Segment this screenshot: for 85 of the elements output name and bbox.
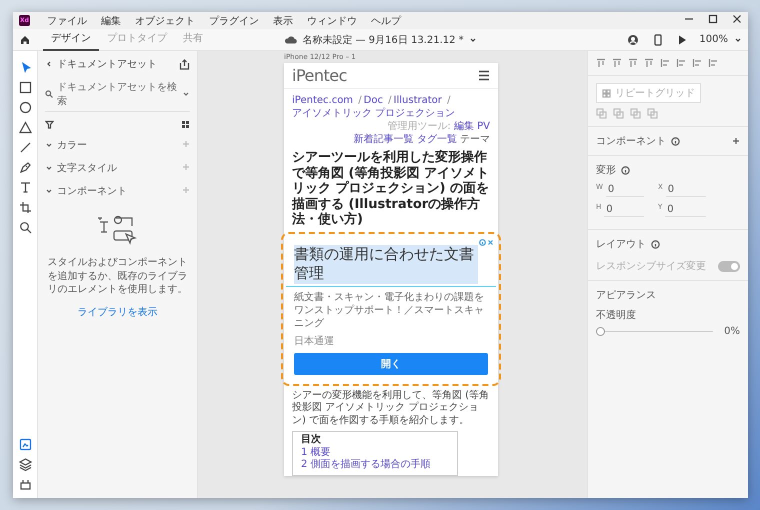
menu-item[interactable]: ウィンドウ: [300, 14, 364, 28]
section-title: アピアランス: [596, 290, 656, 301]
admin-label: 管理用ツール:: [387, 121, 451, 132]
triangle-icon[interactable]: [18, 120, 32, 134]
cloud-icon: [284, 35, 298, 44]
menu-item[interactable]: ファイル: [40, 14, 94, 28]
menu-item[interactable]: 表示: [266, 14, 300, 28]
dropdown-icon: [182, 90, 190, 98]
ad-headline: 書類の運用に合わせた文書管理: [294, 244, 478, 284]
info-icon[interactable]: [621, 166, 630, 174]
field-label: 不透明度: [596, 308, 637, 322]
maximize-icon[interactable]: [708, 14, 718, 24]
filter-icon[interactable]: [45, 120, 54, 129]
slider-thumb[interactable]: [596, 327, 605, 336]
plus-icon[interactable]: [732, 137, 740, 145]
close-icon[interactable]: [732, 14, 742, 24]
toggle-label: レスポンシブサイズ変更: [596, 260, 706, 273]
chevron-icon: [45, 164, 53, 172]
opacity-value[interactable]: 0%: [724, 326, 740, 337]
panel-title: ドキュメントアセット: [57, 58, 157, 71]
section-header[interactable]: コンポーネント: [57, 184, 127, 198]
home-icon[interactable]: [19, 34, 31, 46]
section-title: コンポーネント: [596, 135, 666, 148]
chevron-icon: [45, 187, 53, 195]
number-field[interactable]: 0: [666, 183, 706, 197]
section-title: レイアウト: [596, 238, 646, 251]
toc-link[interactable]: 2 側面を描画する場合の手順: [301, 459, 449, 472]
chevron-icon: [468, 36, 477, 44]
intro-paragraph: シアーの変形機能を利用して、等角図 (等角投影図 アイソメトリック プロジェクション) で面を作図する手順を紹介します。: [292, 390, 490, 428]
number-field[interactable]: 0: [604, 203, 644, 217]
ad-info-icon[interactable]: [479, 238, 486, 246]
info-icon[interactable]: [671, 136, 680, 146]
play-icon[interactable]: [677, 34, 688, 46]
assets-icon[interactable]: [18, 436, 32, 452]
search-field[interactable]: ドキュメントアセットを検索: [57, 80, 178, 108]
section-header[interactable]: 文字スタイル: [57, 161, 117, 175]
toc-title: 目次: [301, 434, 322, 446]
toc-link[interactable]: 1 概要: [301, 446, 449, 460]
search-icon[interactable]: [18, 220, 32, 234]
ad-advertiser: 日本通運: [294, 334, 335, 348]
document-title: 名称未設定 — 9月16日 13.21.12 *: [302, 34, 464, 46]
chevron-icon: [45, 141, 53, 149]
breadcrumb-separator: /: [358, 95, 362, 106]
grid-icon: [602, 88, 611, 98]
ellipse-icon[interactable]: [18, 100, 32, 114]
layers-icon[interactable]: [18, 456, 32, 472]
ad-description: 紙文書・スキャン・電子化まわりの課題をワンストップサポート！／スマートスキャニング: [294, 290, 485, 330]
open-button[interactable]: 開く: [294, 352, 488, 375]
number-field[interactable]: 0: [606, 183, 644, 197]
pen-icon[interactable]: [18, 160, 32, 174]
section-title: 変形: [596, 164, 616, 177]
menu-item[interactable]: オブジェクト: [128, 14, 202, 28]
search-icon: [45, 90, 53, 98]
empty-message: スタイルおよびコンポーネントを追加するか、既存のライブラリのエレメントを使用します。: [46, 256, 188, 296]
breadcrumb-link[interactable]: Illustrator: [394, 95, 442, 106]
library-link[interactable]: ライブラリを表示: [45, 304, 190, 318]
align-left-icon[interactable]: [660, 58, 670, 68]
zoom-level[interactable]: 100%: [699, 34, 728, 45]
section-header[interactable]: カラー: [57, 138, 87, 152]
breadcrumb-link[interactable]: アイソメトリック プロジェクション: [292, 108, 456, 119]
breadcrumb-link[interactable]: iPentec.com: [292, 95, 354, 106]
number-field[interactable]: 0: [665, 203, 706, 217]
grid-view-icon[interactable]: [181, 120, 190, 129]
back-icon: [45, 60, 53, 68]
menu-icon[interactable]: [478, 70, 490, 81]
nav-text: テーマ: [460, 134, 490, 145]
phone-icon[interactable]: [653, 34, 664, 46]
menu-item[interactable]: ヘルプ: [364, 14, 408, 28]
account-icon[interactable]: [627, 34, 640, 46]
share-icon[interactable]: [179, 58, 190, 70]
breadcrumb-link[interactable]: Doc: [364, 95, 383, 106]
nav-link[interactable]: タグ一覧: [416, 134, 457, 145]
article-heading: シアーツールを利用した変形操作で等角図 (等角投影図 アイソメトリック プロジェクション) の面を描画する (Illustratorの操作方法・使い方): [292, 150, 490, 228]
menu-item[interactable]: プラグイン: [202, 14, 266, 28]
align-top-icon[interactable]: [596, 58, 606, 68]
nav-link[interactable]: 新着記事一覧: [354, 134, 414, 145]
admin-link[interactable]: PV: [477, 121, 490, 132]
menu-item[interactable]: 編集: [94, 14, 128, 28]
breadcrumb-separator: /: [388, 95, 392, 106]
breadcrumb-separator: /: [447, 95, 450, 106]
rectangle-icon[interactable]: [18, 80, 32, 94]
info-icon[interactable]: [651, 240, 660, 248]
admin-link[interactable]: 編集: [454, 121, 474, 132]
site-logo: iPentec: [292, 66, 348, 85]
chevron-icon: [734, 36, 742, 44]
